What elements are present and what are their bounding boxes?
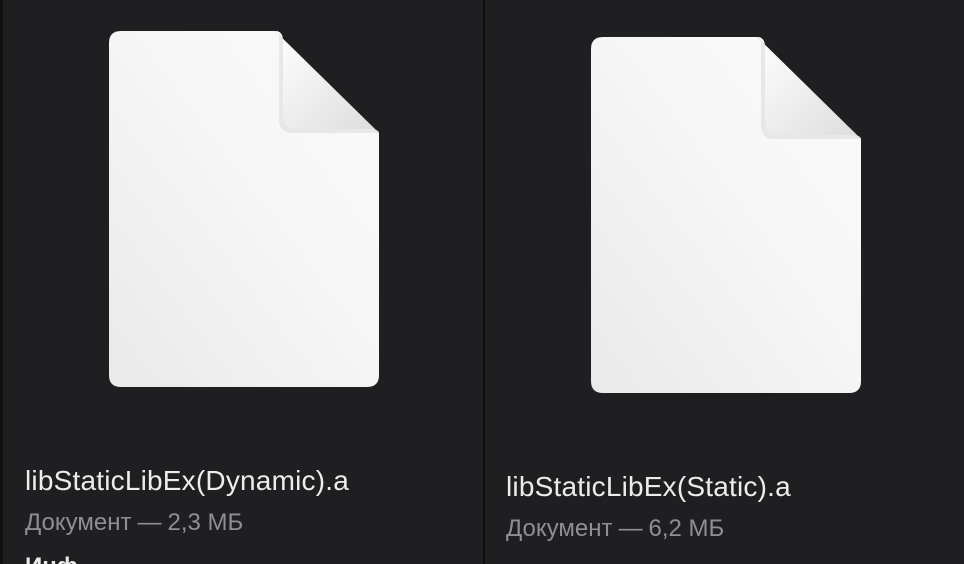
file-preview-panel-dynamic[interactable]: libStaticLibEx(Dynamic).a Документ —2,3 М… — [3, 0, 483, 564]
info-section-label: Инф — [25, 553, 78, 564]
file-name: libStaticLibEx(Dynamic).a — [25, 465, 349, 496]
quick-look-preview: libStaticLibEx(Dynamic).a Документ —2,3 М… — [0, 0, 964, 564]
file-name: libStaticLibEx(Static).a — [506, 471, 791, 502]
file-kind: Документ — [25, 509, 132, 536]
meta-separator: — — [137, 509, 162, 536]
file-preview-panel-static[interactable]: libStaticLibEx(Static).a Документ —6,2 МБ — [485, 0, 964, 564]
file-size: 6,2 МБ — [648, 515, 725, 542]
file-kind: Документ — [506, 515, 613, 542]
file-info: Документ —2,3 МБ — [25, 509, 243, 537]
file-size: 2,3 МБ — [167, 509, 244, 536]
file-info: Документ —6,2 МБ — [506, 515, 724, 543]
document-icon — [589, 35, 861, 395]
meta-separator: — — [618, 515, 643, 542]
document-icon — [107, 29, 379, 389]
